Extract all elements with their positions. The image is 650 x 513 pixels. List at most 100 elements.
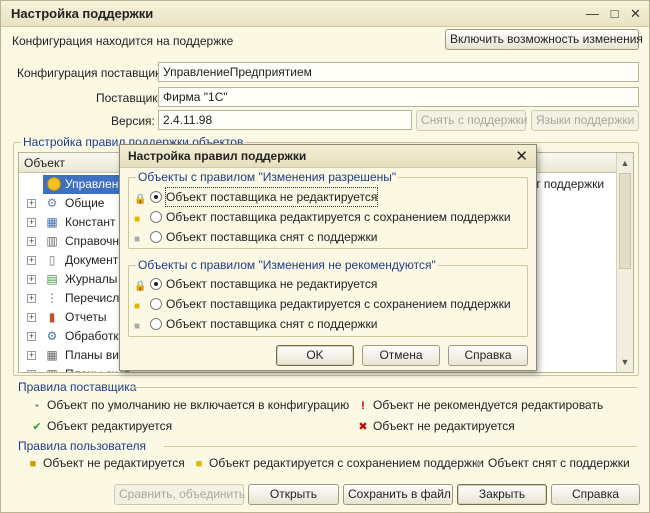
expand-icon[interactable]: +	[27, 370, 36, 372]
radio-icon[interactable]	[150, 318, 162, 330]
journal-icon: ▤	[46, 272, 58, 286]
scroll-down-icon[interactable]: ▼	[619, 356, 631, 368]
dialog-ok-button[interactable]: OK	[276, 345, 354, 366]
window-title: Настройка поддержки	[11, 6, 154, 21]
tree-row-label: Перечисле	[65, 291, 126, 305]
tree-row[interactable]: + ⚙ Обработки	[19, 327, 125, 346]
g2-option-not-editable[interactable]: 🔒 Объект поставщика не редактируется	[134, 275, 474, 293]
g1-option-editable-support[interactable]: ■ Объект поставщика редактируется с сохр…	[134, 208, 511, 226]
expand-icon[interactable]: +	[27, 218, 36, 227]
support-rules-dialog: Настройка правил поддержки ✕ Объекты с п…	[119, 144, 537, 371]
radio-icon[interactable]	[150, 298, 162, 310]
expand-icon[interactable]: +	[27, 199, 36, 208]
radio-selected-icon[interactable]	[150, 191, 162, 203]
vendor-label: Поставщик:	[96, 91, 161, 105]
tree-row[interactable]: + ▦ Констант	[19, 213, 119, 232]
legend-user-not-editable: ■ Объект не редактируется	[26, 456, 185, 470]
remove-support-button[interactable]: Снять с поддержки	[416, 110, 527, 131]
dialog-title: Настройка правил поддержки	[128, 149, 307, 163]
row-rule-text: т поддержки	[535, 177, 605, 191]
legend-not-recommended: ! Объект не рекомендуется редактировать	[356, 398, 603, 412]
column-object[interactable]: Объект	[24, 156, 65, 170]
vendor-rules-title: Правила поставщика	[18, 380, 137, 394]
tree-row-label: Документ	[65, 253, 119, 267]
user-rules-divider	[164, 446, 637, 447]
exclamation-cube-icon: !	[361, 400, 365, 412]
version-label: Версия:	[111, 114, 155, 128]
vendor-config-label: Конфигурация поставщика:	[17, 66, 171, 80]
g2-option-removed[interactable]: ■ Объект поставщика снят с поддержки	[134, 315, 474, 333]
tree-row[interactable]: + ▤ Журналы д	[19, 270, 128, 289]
tree-row-label: Обработки	[65, 329, 126, 343]
expand-icon[interactable]: +	[27, 294, 36, 303]
yellow-cube-icon: ■	[134, 214, 141, 225]
radio-selected-icon[interactable]	[150, 278, 162, 290]
cross-cube-icon: ✖	[358, 421, 368, 433]
expand-icon[interactable]: +	[27, 256, 36, 265]
version-field[interactable]: 2.4.11.98	[158, 110, 412, 130]
support-settings-window: Настройка поддержки — □ ✕ Конфигурация н…	[0, 0, 650, 513]
lock-icon: 🔒	[134, 281, 147, 292]
tree-row[interactable]: + ⋮ Перечисле	[19, 289, 126, 308]
legend-user-editable-support: ■ Объект редактируется с сохранением подд…	[192, 456, 484, 470]
tree-row[interactable]: + ▦ Планы вид	[19, 346, 126, 365]
minimize-button[interactable]: —	[584, 5, 601, 22]
enum-icon: ⋮	[46, 291, 58, 305]
expand-icon[interactable]: +	[27, 332, 36, 341]
scroll-thumb[interactable]	[619, 173, 631, 269]
grey-cube-icon: ■	[474, 458, 482, 470]
expand-icon[interactable]: +	[27, 237, 36, 246]
report-icon: ▮	[48, 310, 56, 324]
lock-icon: 🔒	[134, 194, 147, 205]
tree-row[interactable]: + ▦ Планы счет	[19, 365, 130, 372]
grey-cube-icon: ■	[134, 234, 141, 245]
legend-not-editable: ✖ Объект не редактируется	[356, 419, 514, 433]
vendor-field[interactable]: Фирма "1С"	[158, 87, 639, 107]
expand-icon[interactable]: +	[27, 351, 36, 360]
close-window-button[interactable]: Закрыть	[457, 484, 547, 505]
g2-option-editable-support[interactable]: ■ Объект поставщика редактируется с сохр…	[134, 295, 511, 313]
title-bar: Настройка поддержки — □ ✕	[1, 1, 649, 27]
dialog-help-button[interactable]: Справка	[448, 345, 528, 366]
help-button[interactable]: Справка	[551, 484, 640, 505]
compare-merge-button[interactable]: Сравнить, объединить	[114, 484, 245, 505]
user-rules-title: Правила пользователя	[18, 439, 147, 453]
expand-icon[interactable]: +	[27, 275, 36, 284]
g1-option-removed[interactable]: ■ Объект поставщика снят с поддержки	[134, 228, 474, 246]
radio-icon[interactable]	[150, 231, 162, 243]
support-status-text: Конфигурация находится на поддержке	[12, 34, 234, 48]
plan-icon: ▦	[46, 348, 58, 362]
dialog-cancel-button[interactable]: Отмена	[362, 345, 440, 366]
group-changes-allowed-title: Объекты с правилом "Изменения разрешены"	[136, 170, 399, 184]
open-button[interactable]: Открыть	[248, 484, 339, 505]
restore-button[interactable]: □	[606, 5, 623, 22]
tree-row[interactable]: + ▥ Справочн	[19, 232, 119, 251]
tree-scrollbar[interactable]: ▲ ▼	[616, 153, 633, 372]
grey-cube-icon: ■	[134, 321, 141, 332]
tree-row[interactable]: + ⚙ Общие	[19, 194, 119, 213]
tree-row-label: Планы вид	[65, 348, 126, 362]
scroll-up-icon[interactable]: ▲	[619, 157, 631, 169]
close-button[interactable]: ✕	[627, 5, 644, 22]
legend-not-included: ▪ Объект по умолчанию не включается в кон…	[30, 398, 349, 412]
lock-cube-icon: ■	[29, 458, 37, 470]
g1-option-not-editable[interactable]: 🔒 Объект поставщика не редактируется	[134, 187, 474, 207]
yellow-cube-icon: ■	[134, 301, 141, 312]
enable-changes-button[interactable]: Включить возможность изменения	[445, 29, 643, 50]
tree-row-label: Констант	[65, 215, 116, 229]
dialog-close-icon[interactable]: ✕	[515, 147, 528, 165]
radio-icon[interactable]	[150, 211, 162, 223]
circle-config-icon	[47, 177, 61, 191]
tree-row[interactable]: + ▮ Отчеты	[19, 308, 119, 327]
expand-icon[interactable]: +	[27, 313, 36, 322]
legend-user-removed: ■ Объект снят с поддержки	[471, 456, 630, 470]
legend-editable: ✔ Объект редактируется	[30, 419, 172, 433]
group-changes-not-recommended-title: Объекты с правилом "Изменения не рекомен…	[136, 258, 438, 272]
save-to-file-button[interactable]: Сохранить в файл	[343, 484, 453, 505]
tree-row-label: Общие	[65, 196, 105, 210]
plan-accounts-icon: ▦	[45, 367, 59, 372]
tree-row[interactable]: + ▯ Документ	[19, 251, 119, 270]
gears-icon: ⚙	[46, 196, 58, 210]
vendor-config-field[interactable]: УправлениеПредприятием	[158, 62, 639, 82]
support-languages-button[interactable]: Языки поддержки	[531, 110, 639, 131]
